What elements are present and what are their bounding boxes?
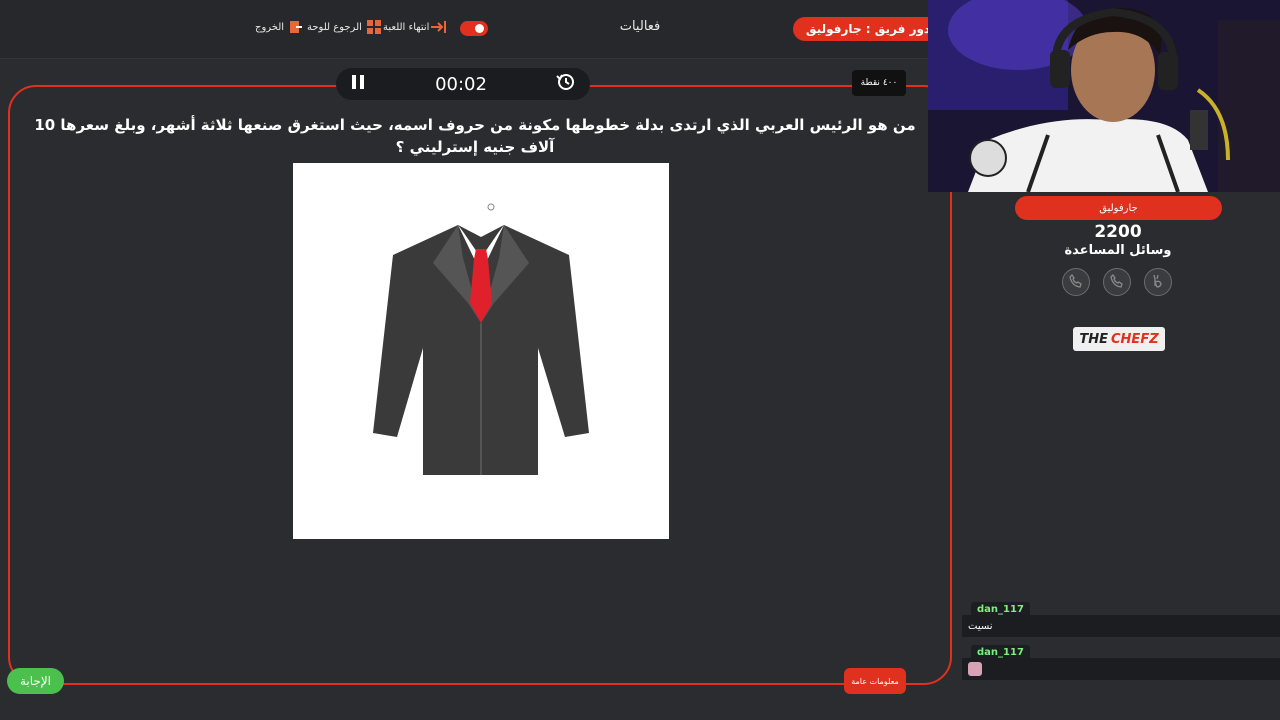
chat-message: نسيت (962, 615, 1280, 637)
chat-message-text: نسيت (968, 620, 993, 632)
sponsor-logo: THE CHEFZ (1073, 327, 1165, 351)
timer-value: 00:02 (435, 73, 487, 95)
end-game-label: انتهاء اللعبة (383, 21, 430, 33)
arrow-right-bar-icon (431, 20, 448, 34)
exit-button[interactable]: الخروج (255, 20, 303, 34)
webcam-feed (928, 0, 1280, 192)
call-transfer-aid-button[interactable] (1062, 268, 1090, 296)
suit-icon (373, 203, 589, 475)
page-title: فعاليات (619, 19, 661, 34)
pause-icon[interactable] (350, 73, 366, 95)
team-score: 2200 (1094, 222, 1142, 242)
question-image (293, 163, 669, 539)
phone-icon (1110, 273, 1124, 292)
points-badge: ٤٠٠ نقطة (852, 70, 906, 96)
phone-aid-button[interactable] (1103, 268, 1131, 296)
two-answers-icon (1151, 273, 1165, 292)
timer-bar: 00:02 (336, 68, 590, 100)
back-to-board-button[interactable]: الرجوع للوحة (307, 20, 381, 34)
call-transfer-icon (1069, 273, 1083, 292)
aids-label: وسائل المساعدة (1064, 243, 1172, 258)
toggle-switch[interactable] (460, 21, 488, 36)
question-text: من هو الرئيس العربي الذي ارتدى بدلة خطوط… (34, 116, 916, 156)
back-to-board-label: الرجوع للوحة (307, 21, 362, 33)
chat-message (962, 658, 1280, 680)
exit-door-icon (289, 20, 303, 34)
emote-icon (968, 662, 982, 676)
answer-button[interactable]: الإجابة (7, 668, 64, 694)
team-turn-badge: دور فريق : جارفوليق (793, 17, 943, 41)
grid-icon (366, 20, 381, 34)
general-info-button[interactable]: معلومات عامة (844, 668, 906, 694)
sponsor-logo-chefz: CHEFZ (1111, 331, 1159, 347)
exit-label: الخروج (255, 21, 285, 33)
restart-timer-icon[interactable] (556, 72, 576, 96)
sponsor-logo-the: THE (1079, 331, 1109, 347)
end-game-button[interactable]: انتهاء اللعبة (383, 20, 448, 34)
toggle-knob (475, 24, 484, 33)
two-answers-aid-button[interactable] (1144, 268, 1172, 296)
team-name-badge: جارفوليق (1015, 196, 1222, 220)
